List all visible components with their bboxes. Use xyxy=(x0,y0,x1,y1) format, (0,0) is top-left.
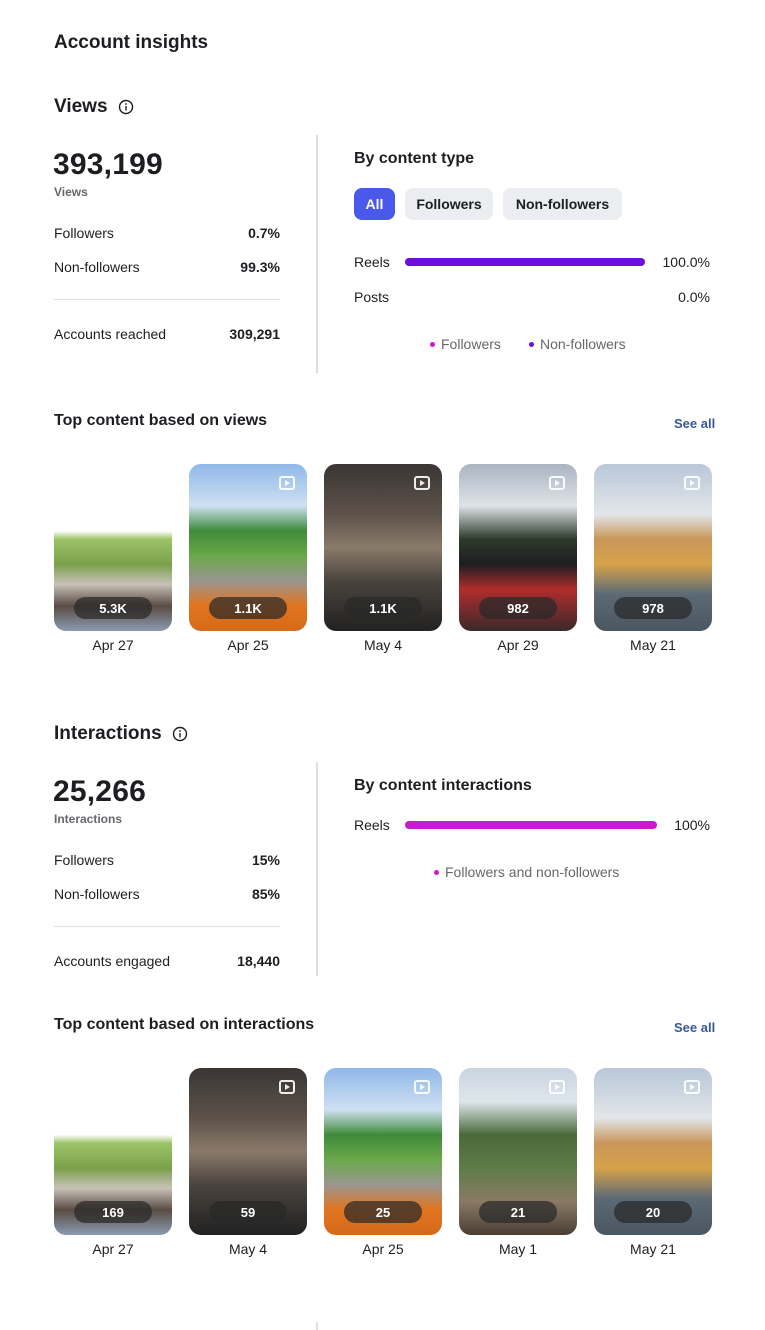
top-interactions-thumbnail[interactable]: 25 xyxy=(324,1068,442,1235)
posts-label: Posts xyxy=(354,289,390,305)
interactions-total-label: Interactions xyxy=(54,812,123,826)
reels-label: Reels xyxy=(354,254,390,270)
thumbnail-date: May 21 xyxy=(630,1241,676,1257)
posts-value: 0.0% xyxy=(678,289,710,305)
thumbnail-date: Apr 27 xyxy=(92,637,134,653)
legend-label: Followers and non-followers xyxy=(445,864,620,880)
count-badge: 1.1K xyxy=(344,597,422,619)
thumbnail-date: Apr 29 xyxy=(497,637,539,653)
count-badge: 21 xyxy=(479,1201,557,1223)
interactions-followers-row: Followers 15% xyxy=(54,852,280,868)
reel-icon xyxy=(279,1080,295,1094)
interactions-nonfollowers-row: Non-followers 85% xyxy=(54,886,280,902)
info-icon[interactable] xyxy=(172,726,188,742)
see-all-views-link[interactable]: See all xyxy=(674,416,715,431)
top-views-thumbnail[interactable]: 978 xyxy=(594,464,712,631)
posts-bar xyxy=(405,293,645,301)
top-views-thumbnail[interactable]: 982 xyxy=(459,464,577,631)
legend-dot xyxy=(430,341,435,347)
interactions-total: 25,266 xyxy=(53,775,146,808)
vertical-divider xyxy=(316,762,318,976)
info-icon[interactable] xyxy=(118,99,134,115)
page-title: Account insights xyxy=(54,32,209,53)
filter-all[interactable]: All xyxy=(354,188,395,220)
legend-nonfollowers-label: Non-followers xyxy=(540,336,626,352)
views-title: Views xyxy=(54,96,108,117)
interactions-followers-value: 15% xyxy=(251,852,280,868)
vertical-divider xyxy=(316,135,318,373)
top-views-thumbnail[interactable]: 5.3K xyxy=(54,464,172,631)
reel-icon xyxy=(684,1080,700,1094)
interactions-reels-label: Reels xyxy=(354,817,390,833)
accounts-engaged-value: 18,440 xyxy=(237,953,280,969)
count-badge: 20 xyxy=(614,1201,692,1223)
vertical-divider xyxy=(316,1322,318,1330)
views-total-label: Views xyxy=(54,185,88,199)
accounts-reached-value: 309,291 xyxy=(229,326,280,342)
count-badge: 169 xyxy=(74,1201,152,1223)
interactions-reels-value: 100% xyxy=(674,817,710,833)
interactions-reels-bar xyxy=(405,821,657,829)
reel-icon xyxy=(549,476,565,490)
reel-icon xyxy=(414,476,430,490)
thumbnail-date: Apr 27 xyxy=(92,1241,134,1257)
interactions-title: Interactions xyxy=(54,723,162,744)
interactions-followers-label: Followers xyxy=(54,852,114,868)
reel-icon xyxy=(414,1080,430,1094)
reel-icon xyxy=(279,476,295,490)
accounts-engaged-row: Accounts engaged 18,440 xyxy=(54,953,280,969)
legend-followers: Followers xyxy=(430,336,501,352)
thumbnail-date: Apr 25 xyxy=(362,1241,404,1257)
filter-followers[interactable]: Followers xyxy=(405,188,493,220)
reel-icon xyxy=(549,1080,565,1094)
top-views-title: Top content based on views xyxy=(54,412,268,429)
reel-icon xyxy=(684,476,700,490)
reels-value: 100.0% xyxy=(662,254,710,270)
views-total: 393,199 xyxy=(53,148,163,181)
by-content-interactions-title: By content interactions xyxy=(354,777,532,794)
top-interactions-thumbnail[interactable]: 59 xyxy=(189,1068,307,1235)
accounts-engaged-label: Accounts engaged xyxy=(54,953,170,969)
top-interactions-title: Top content based on interactions xyxy=(54,1016,315,1033)
count-badge: 978 xyxy=(614,597,692,619)
legend-nonfollowers: Non-followers xyxy=(529,336,626,352)
interactions-section-title: Interactions xyxy=(54,723,188,745)
views-nonfollowers-value: 99.3% xyxy=(240,259,280,275)
legend-followers-and-nonfollowers: Followers and non-followers xyxy=(434,864,619,880)
filter-nonfollowers[interactable]: Non-followers xyxy=(503,188,622,220)
interactions-nonfollowers-value: 85% xyxy=(251,886,280,902)
divider xyxy=(54,926,280,927)
views-section-title: Views xyxy=(54,96,134,118)
top-interactions-thumbnail[interactable]: 21 xyxy=(459,1068,577,1235)
top-views-thumbnail[interactable]: 1.1K xyxy=(189,464,307,631)
count-badge: 59 xyxy=(209,1201,287,1223)
by-content-type-title: By content type xyxy=(354,150,475,167)
divider xyxy=(54,299,280,300)
reels-bar xyxy=(405,258,645,266)
count-badge: 25 xyxy=(344,1201,422,1223)
thumbnail-date: Apr 25 xyxy=(227,637,269,653)
top-interactions-thumbnail[interactable]: 20 xyxy=(594,1068,712,1235)
views-followers-row: Followers 0.7% xyxy=(54,225,280,241)
accounts-reached-label: Accounts reached xyxy=(54,326,167,342)
interactions-nonfollowers-label: Non-followers xyxy=(54,886,140,902)
top-interactions-thumbnail[interactable]: 169 xyxy=(54,1068,172,1235)
thumbnail-date: May 1 xyxy=(498,1241,538,1257)
legend-dot xyxy=(529,341,534,347)
count-badge: 1.1K xyxy=(209,597,287,619)
thumbnail-date: May 21 xyxy=(630,637,676,653)
views-followers-value: 0.7% xyxy=(248,225,280,241)
legend-dot xyxy=(434,869,439,875)
count-badge: 5.3K xyxy=(74,597,152,619)
views-nonfollowers-label: Non-followers xyxy=(54,259,140,275)
thumbnail-date: May 4 xyxy=(363,637,403,653)
legend-followers-label: Followers xyxy=(441,336,501,352)
top-views-thumbnail[interactable]: 1.1K xyxy=(324,464,442,631)
thumbnail-date: May 4 xyxy=(228,1241,268,1257)
see-all-interactions-link[interactable]: See all xyxy=(674,1020,715,1035)
views-followers-label: Followers xyxy=(54,225,114,241)
views-nonfollowers-row: Non-followers 99.3% xyxy=(54,259,280,275)
count-badge: 982 xyxy=(479,597,557,619)
accounts-reached-row: Accounts reached 309,291 xyxy=(54,326,280,342)
